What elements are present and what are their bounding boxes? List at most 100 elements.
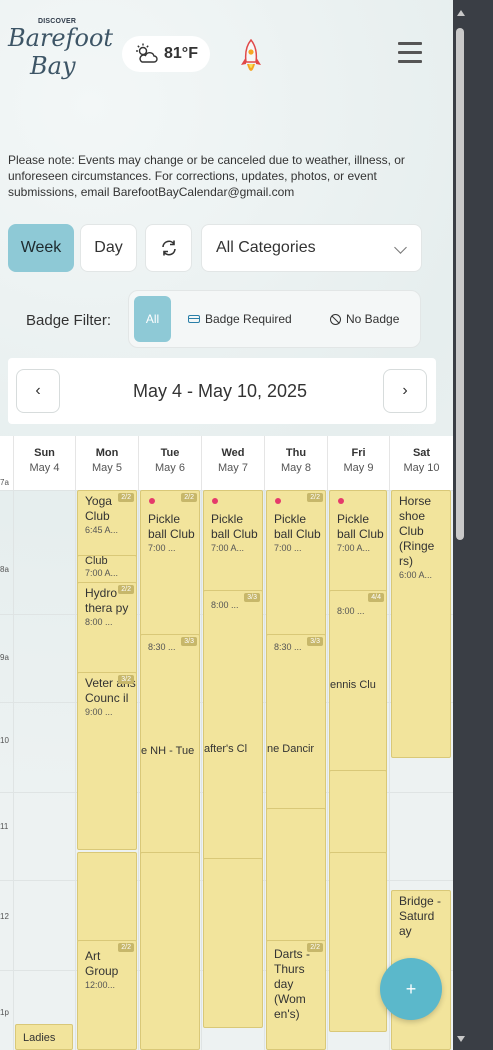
badge-filter-required[interactable]: Badge Required [188,312,292,326]
event-time: 7:00 ... [274,543,302,553]
event-card[interactable]: 2/2 Yoga Club 6:45 A... [77,490,137,560]
event-card[interactable]: 2/2 Art Group 12:00... [77,940,137,1050]
badge-filter-label: Badge Filter: [26,312,112,329]
event-time: 7:00 A... [337,543,371,553]
event-title: Bridge - Saturd ay [399,894,442,938]
capacity-badge: 4/4 [368,593,384,602]
event-card[interactable] [140,852,200,1050]
event-card[interactable]: 2/2 Pickle ball Club 7:00 ... [140,490,200,638]
time-label: 1p [0,1008,9,1017]
capacity-badge: 2/2 [118,585,134,594]
barefoot-bay-logo[interactable]: DISCOVER Barefoot Bay [6,18,113,80]
event-title: Horse shoe Club (Ringe rs) [399,494,435,568]
day-header-thu[interactable]: Thu May 8 [264,436,327,490]
refresh-icon [161,240,176,256]
capacity-badge: 3/3 [181,637,197,646]
week-view-button[interactable]: Week [8,224,74,272]
capacity-badge: 2/2 [181,493,197,502]
event-title: Pickle ball Club [211,512,258,541]
heart-icon [275,498,281,504]
grid-line [75,490,76,1050]
event-title: Club [85,555,108,567]
event-card[interactable] [329,770,387,854]
no-badge-label: No Badge [346,312,400,326]
day-header-mon[interactable]: Mon May 5 [75,436,138,490]
partly-sunny-icon [136,43,158,63]
notice-text: Please note: Events may change or be can… [8,153,405,199]
day-header-sat[interactable]: Sat May 10 [389,436,453,490]
event-title: ennis Clu [330,679,376,691]
time-label: 7a [0,478,9,487]
ban-icon [330,313,341,325]
event-card[interactable] [329,852,387,1032]
heart-icon [212,498,218,504]
event-time: 8:00 ... [85,617,113,627]
day-header-wed[interactable]: Wed May 7 [201,436,264,490]
day-name: Sun [34,447,55,459]
add-event-button[interactable]: + [380,958,442,1020]
refresh-button[interactable] [145,224,192,272]
event-card[interactable]: 2/2 Darts - Thurs day (Wom en's) [266,940,326,1050]
logo-line1: Barefoot [8,24,114,52]
event-card[interactable]: Pickle ball Club 7:00 A... [203,490,263,600]
weather-widget[interactable]: 81°F [122,36,210,72]
day-header-fri[interactable]: Fri May 9 [327,436,389,490]
badge-filter-none[interactable]: No Badge [330,312,399,326]
capacity-badge: 3/3 [307,637,323,646]
time-label: 8a [0,565,9,574]
scroll-up-arrow-icon[interactable] [457,10,465,16]
time-label: 9a [0,653,9,662]
next-week-button[interactable]: › [383,369,427,413]
grid-line [327,490,328,1050]
day-header-tue[interactable]: Tue May 6 [138,436,201,490]
capacity-badge: 2/2 [118,943,134,952]
time-label: 11 [0,822,9,831]
time-label: 12 [0,912,9,921]
hamburger-menu-icon[interactable] [398,42,426,64]
event-time: 6:45 A... [85,525,119,535]
day-view-button[interactable]: Day [80,224,137,272]
event-card[interactable]: 3/3 8:30 ... e NH - Tue [140,634,200,856]
grid-line [201,490,202,1050]
event-card[interactable]: 3/3 8:00 ... after's Cl [203,590,263,860]
rocket-icon[interactable] [238,38,264,82]
previous-week-button[interactable]: ‹ [16,369,60,413]
event-title: after's Cl [204,743,248,755]
badge-filter-all[interactable]: All [134,296,171,342]
scrollbar-thumb[interactable] [456,28,464,540]
heart-icon [338,498,344,504]
day-name: Mon [95,447,119,459]
logo-line2: Bay [30,52,76,80]
event-time: 9:00 ... [85,707,113,717]
temperature: 81°F [164,45,198,62]
capacity-badge: 2/2 [307,493,323,502]
capacity-badge: 3/2 [118,675,134,684]
day-date: May 6 [155,462,185,474]
grid-line [138,490,139,1050]
day-date: May 4 [29,462,60,474]
event-card[interactable]: 3/3 8:30 ... ne Dancir [266,634,326,812]
event-time: 7:00 ... [148,543,176,553]
capacity-badge: 2/2 [118,493,134,502]
event-card[interactable] [203,858,263,1028]
event-card[interactable] [77,852,137,942]
day-date: May 5 [92,462,122,474]
date-range-title: May 4 - May 10, 2025 [132,381,308,401]
event-title: e NH - Tue [141,745,195,757]
day-header-sun[interactable]: Sun May 4 [13,436,75,490]
event-card[interactable]: Ladies [15,1024,73,1050]
scroll-down-arrow-icon[interactable] [457,1036,465,1042]
chevron-down-icon [394,241,407,254]
id-card-icon [188,315,200,323]
event-card[interactable] [266,808,326,942]
event-card[interactable]: 4/4 8:00 ... ennis Clu [329,590,387,775]
event-title: Pickle ball Club [337,512,384,541]
event-card[interactable]: Pickle ball Club 7:00 A... [329,490,387,600]
event-time: 6:00 A... [399,570,433,580]
event-card[interactable]: 2/2 Pickle ball Club 7:00 ... [266,490,326,638]
event-card[interactable]: 3/2 Veter ans Counc il 9:00 ... [77,672,137,850]
category-select[interactable]: All Categories [201,224,422,272]
app-window: DISCOVER Barefoot Bay 81°F Please note: … [0,0,453,1050]
event-card[interactable]: Horse shoe Club (Ringe rs) 6:00 A... [391,490,451,758]
grid-line [13,490,14,1050]
